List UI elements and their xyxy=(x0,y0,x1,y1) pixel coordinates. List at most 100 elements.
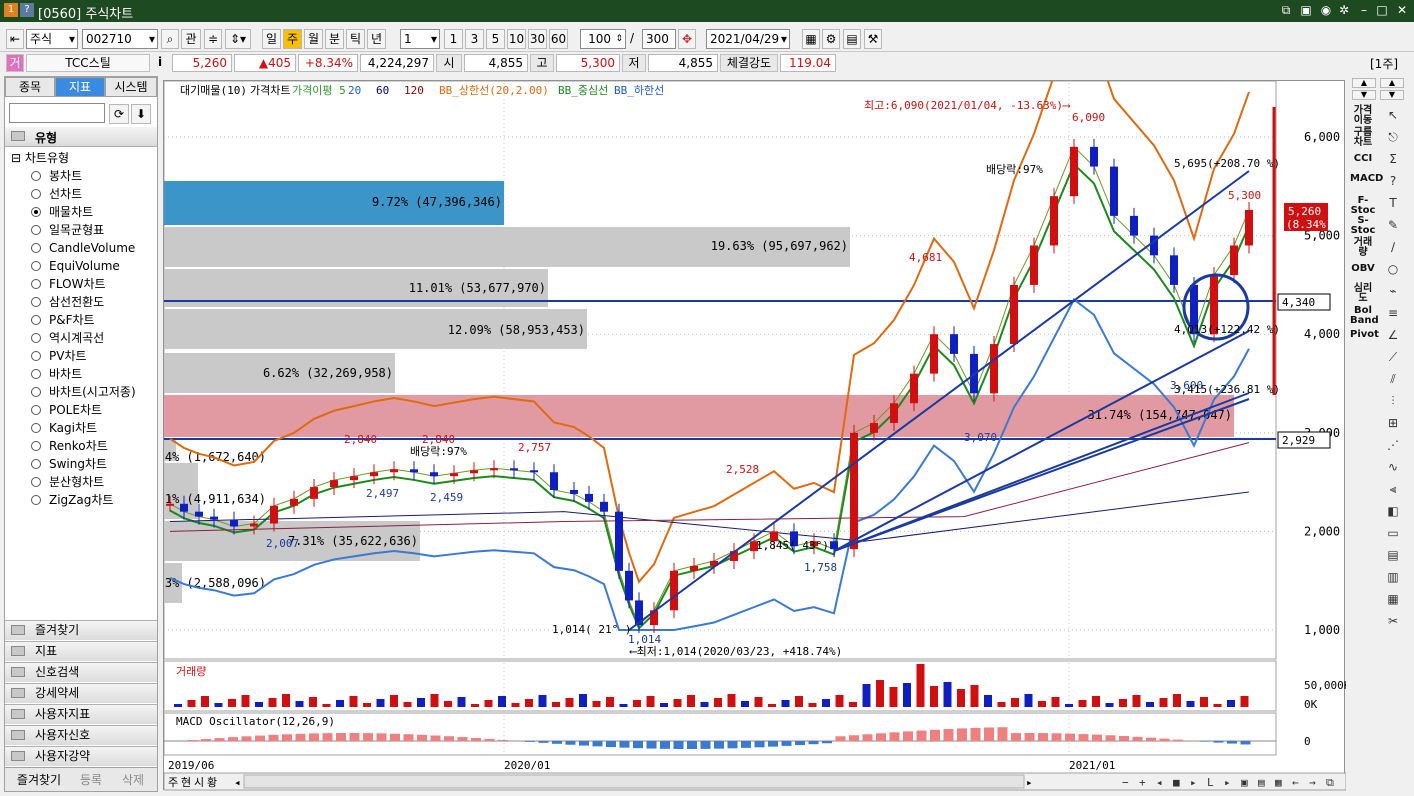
restore-layout-icon[interactable]: ⧉ xyxy=(1278,3,1294,18)
market-select[interactable]: 주식 ▾ xyxy=(26,29,78,49)
chart-type-item[interactable]: 역시계곡선 xyxy=(31,329,104,347)
indicator-shortcut[interactable]: 심리도 xyxy=(1350,284,1376,304)
nav-icon[interactable]: ▦ xyxy=(1275,776,1282,789)
candle[interactable] xyxy=(430,472,438,477)
minimize-icon[interactable]: – xyxy=(1356,3,1372,17)
chart-type-item[interactable]: P&F차트 xyxy=(31,311,95,329)
nav-icon[interactable]: + xyxy=(1139,776,1146,789)
candle[interactable] xyxy=(270,505,278,524)
bottom-tab[interactable]: 황 xyxy=(207,776,217,789)
quick-interval-button[interactable]: 10 xyxy=(507,29,526,49)
candle[interactable] xyxy=(1170,255,1178,285)
indicator-shortcut[interactable]: S-Stoc xyxy=(1350,216,1376,236)
table-icon[interactable]: ▤ xyxy=(1382,546,1404,564)
radio-icon[interactable] xyxy=(31,297,41,307)
grid-icon[interactable]: ⊞ xyxy=(1382,414,1404,432)
search-icon[interactable]: ⌕ xyxy=(161,29,179,49)
candle[interactable] xyxy=(550,472,558,490)
chart-type-item[interactable]: ZigZag차트 xyxy=(31,491,113,509)
accordion-item[interactable]: 사용자지표 xyxy=(5,704,157,724)
legend-item[interactable]: BB_하한선 xyxy=(614,83,664,97)
accordion-item[interactable]: 신호검색 xyxy=(5,662,157,682)
tab-indicator[interactable]: 지표 xyxy=(55,77,105,97)
candle[interactable] xyxy=(195,511,203,517)
spin-icon[interactable]: ⇕ xyxy=(615,30,623,48)
chart-type-item[interactable]: 분산형차트 xyxy=(31,473,104,491)
date-select[interactable]: 2021/04/29 ▾ xyxy=(706,29,790,49)
candle[interactable] xyxy=(290,498,298,506)
close-icon[interactable]: ✕ xyxy=(1394,3,1410,17)
text-icon[interactable]: T xyxy=(1382,194,1404,212)
calendar-icon[interactable]: ▦ xyxy=(802,29,820,49)
period-5-button[interactable]: 년 xyxy=(367,29,386,49)
candle[interactable] xyxy=(1070,146,1078,197)
arc-icon[interactable]: ⫷ xyxy=(1382,480,1404,498)
candle[interactable] xyxy=(930,334,938,374)
nav-icon[interactable]: ← xyxy=(1292,776,1299,789)
radio-icon[interactable] xyxy=(31,405,41,415)
candle[interactable] xyxy=(330,480,338,488)
candle[interactable] xyxy=(850,432,858,550)
info-icon[interactable]: i xyxy=(158,55,162,69)
scroll-down-icon[interactable]: ▼ xyxy=(1352,90,1376,100)
legend-item[interactable]: 60 xyxy=(376,84,389,97)
chart-type-item[interactable]: 바차트(시고저종) xyxy=(31,383,136,401)
candle[interactable] xyxy=(950,334,958,354)
chart-type-item[interactable]: PV차트 xyxy=(31,347,87,365)
period-3-button[interactable]: 분 xyxy=(325,29,344,49)
section-header[interactable]: 유형 xyxy=(5,127,157,147)
fan-icon[interactable]: ⋰ xyxy=(1382,436,1404,454)
nav-icon[interactable]: ▸ xyxy=(1190,776,1197,789)
matrix-icon[interactable]: ▦ xyxy=(1382,590,1404,608)
radio-icon[interactable] xyxy=(31,369,41,379)
column-icon[interactable]: ▥ xyxy=(1382,568,1404,586)
candle[interactable] xyxy=(1030,245,1038,285)
radio-icon[interactable] xyxy=(31,279,41,289)
indicator-shortcut[interactable]: MACD xyxy=(1350,174,1383,184)
radio-icon[interactable] xyxy=(31,477,41,487)
accordion-item[interactable]: 강세약세 xyxy=(5,683,157,703)
pen-icon[interactable]: ✎ xyxy=(1382,216,1404,234)
accordion-item[interactable]: 사용자신호 xyxy=(5,725,157,745)
radio-icon[interactable] xyxy=(31,243,41,253)
maximize-icon[interactable]: □ xyxy=(1374,3,1390,17)
indicator-shortcut[interactable]: 가격이동 xyxy=(1350,106,1376,126)
radio-icon[interactable] xyxy=(31,387,41,397)
candle[interactable] xyxy=(410,469,418,473)
sum-icon[interactable]: Σ xyxy=(1382,150,1404,168)
indicator-shortcut[interactable]: F-Stoc xyxy=(1350,196,1376,216)
legend-item[interactable]: 가격차트 xyxy=(250,84,290,97)
circle-icon[interactable]: ○ xyxy=(1382,260,1404,278)
candle[interactable] xyxy=(870,422,878,433)
rect-icon[interactable]: ◧ xyxy=(1382,502,1404,520)
angle-icon[interactable]: ∠ xyxy=(1382,326,1404,344)
trend-icon[interactable]: ⟋ xyxy=(1382,348,1404,366)
candle[interactable] xyxy=(625,570,633,601)
legend-item[interactable]: BB_중심선 xyxy=(558,84,608,97)
camera-icon[interactable]: ◉ xyxy=(1318,3,1334,17)
volume-profile-bar[interactable] xyxy=(164,395,1234,437)
quick-interval-button[interactable]: 30 xyxy=(528,29,547,49)
chart-type-item[interactable]: CandleVolume xyxy=(31,239,135,257)
refresh-icon[interactable]: ⟳ xyxy=(109,104,129,124)
tools-icon[interactable]: ⚒ xyxy=(864,29,882,49)
indicator-shortcut[interactable]: 구름차트 xyxy=(1350,128,1376,148)
candle[interactable] xyxy=(910,373,918,404)
register-button[interactable]: 등록 xyxy=(71,771,111,788)
nav-icon[interactable]: ▤ xyxy=(1258,776,1265,789)
legend-item[interactable]: 20 xyxy=(348,84,361,97)
candle[interactable] xyxy=(210,516,218,520)
radio-icon[interactable] xyxy=(31,207,41,217)
candle[interactable] xyxy=(180,503,188,512)
chart-type-item[interactable]: POLE차트 xyxy=(31,401,102,419)
download-icon[interactable]: ⬇ xyxy=(131,104,151,124)
period-0-button[interactable]: 일 xyxy=(262,29,281,49)
candle[interactable] xyxy=(250,523,258,527)
chart-type-item[interactable]: 바차트 xyxy=(31,365,82,383)
nav-icon[interactable]: L xyxy=(1207,776,1214,789)
radio-icon[interactable] xyxy=(31,459,41,469)
fib-icon[interactable]: ≡ xyxy=(1382,304,1404,322)
chart-type-item[interactable]: 삼선전환도 xyxy=(31,293,104,311)
nav-icon[interactable]: ▸ xyxy=(1224,776,1231,789)
chart-type-item[interactable]: 일목균형표 xyxy=(31,221,104,239)
